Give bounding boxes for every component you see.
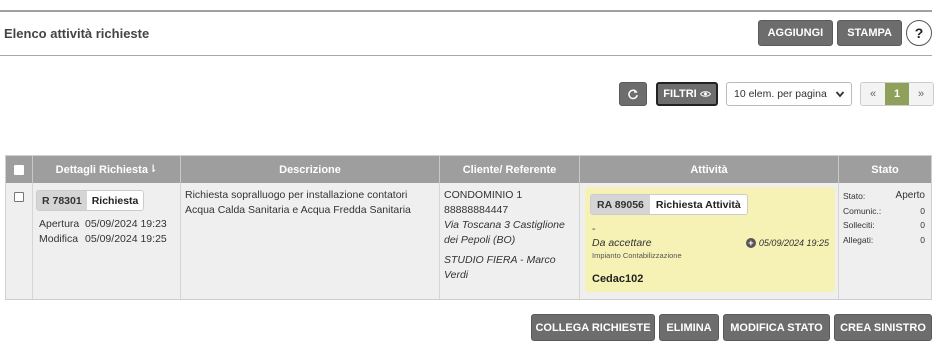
per-page-value: 10 elem. per pagina xyxy=(734,88,827,100)
activity-subtype: Impianto Contabilizzazione xyxy=(592,251,682,260)
client-info: CONDOMINIO 1 88888884447 Via Toscana 3 C… xyxy=(444,188,575,283)
request-dates: Apertura 05/09/2024 19:23 Modifica 05/09/2… xyxy=(39,217,167,247)
select-all-checkbox[interactable] xyxy=(14,164,24,175)
client-name: CONDOMINIO 1 xyxy=(444,189,523,201)
request-description: Richiesta sopralluogo per installazione … xyxy=(185,189,411,216)
activity-card[interactable]: RA 89056 Richiesta Attività - Da accetta… xyxy=(585,187,835,292)
requests-table: Dettagli Richiesta ⇂ Descrizione Cliente… xyxy=(5,155,932,300)
client-phone: 88888884447 xyxy=(444,204,509,216)
activity-state: Da accettare xyxy=(592,237,652,249)
row-checkbox[interactable] xyxy=(14,192,24,202)
modify-date: 05/09/2024 19:25 xyxy=(85,233,167,245)
description-cell: Richiesta sopralluogo per installazione … xyxy=(181,183,440,299)
table-row[interactable]: R 78301 Richiesta Apertura 05/09/2024 19:… xyxy=(6,183,931,299)
opening-date: 05/09/2024 19:23 xyxy=(85,218,167,230)
pager-last[interactable]: » xyxy=(909,83,933,105)
header-divider xyxy=(0,55,932,56)
attachments-value: 0 xyxy=(920,234,925,245)
request-details-cell: R 78301 Richiesta Apertura 05/09/2024 19:… xyxy=(33,183,181,299)
activity-type: Richiesta Attività xyxy=(649,195,747,214)
column-label-details: Dettagli Richiesta xyxy=(55,163,148,176)
eye-icon xyxy=(699,91,711,97)
activity-date-value: 05/09/2024 19:25 xyxy=(758,238,829,248)
attachments-label: Allegati: xyxy=(843,234,874,245)
status-info: Stato: Aperto Comunic.: 0 Solleciti: 0 Alle… xyxy=(843,189,925,247)
page-title: Elenco attività richieste xyxy=(4,25,150,41)
state-value: Aperto xyxy=(895,190,925,201)
refresh-icon xyxy=(628,89,638,100)
plus-circle-icon: + xyxy=(745,238,756,248)
request-type: Richiesta xyxy=(86,191,144,210)
activity-dash: - xyxy=(592,223,596,235)
activity-date: + 05/09/2024 19:25 xyxy=(745,238,829,248)
column-header-client: Cliente/ Referente xyxy=(440,156,580,183)
column-header-description: Descrizione xyxy=(181,156,440,183)
reminders-label: Solleciti: xyxy=(843,220,875,230)
sort-icon: ⇂ xyxy=(148,164,158,175)
request-code: R 78301 xyxy=(37,191,87,210)
referent: STUDIO FIERA - Marco Verdi xyxy=(444,254,556,281)
comms-value: 0 xyxy=(920,205,925,216)
modify-label: Modifica xyxy=(39,233,79,245)
column-header-activity: Attività xyxy=(580,156,839,183)
client-address: Via Toscana 3 Castiglione dei Pepoli (BO… xyxy=(444,219,565,246)
refresh-button[interactable] xyxy=(619,82,647,106)
column-header-details[interactable]: Dettagli Richiesta ⇂ xyxy=(33,156,181,183)
activity-cell: RA 89056 Richiesta Attività - Da accetta… xyxy=(580,183,839,299)
pager-current-page[interactable]: 1 xyxy=(885,83,909,105)
request-badge[interactable]: R 78301 Richiesta xyxy=(36,190,145,211)
activity-badge[interactable]: RA 89056 Richiesta Attività xyxy=(590,194,748,215)
page-header: Elenco attività richieste AGGIUNGI STAMP… xyxy=(0,12,932,54)
reminders-value: 0 xyxy=(920,220,925,230)
per-page-select[interactable]: 10 elem. per pagina xyxy=(726,82,852,106)
activity-user: Cedac102 xyxy=(592,273,644,285)
header-actions: AGGIUNGI STAMPA ? xyxy=(757,20,932,46)
status-cell: Stato: Aperto Comunic.: 0 Solleciti: 0 Alle… xyxy=(839,183,931,299)
state-label: Stato: xyxy=(843,191,866,201)
column-header-status: Stato xyxy=(871,163,899,176)
row-select-cell xyxy=(6,183,33,299)
delete-button[interactable]: ELIMINA xyxy=(659,314,719,341)
print-button[interactable]: STAMPA xyxy=(837,20,902,46)
pagination: « 1 » xyxy=(860,82,934,106)
pager-first[interactable]: « xyxy=(861,83,885,105)
create-claim-button[interactable]: CREA SINISTRO xyxy=(834,314,932,341)
change-state-button[interactable]: MODIFICA STATO xyxy=(723,314,830,341)
header-select-all xyxy=(6,156,33,183)
comms-label: Comunic.: xyxy=(843,205,882,216)
add-button[interactable]: AGGIUNGI xyxy=(757,20,834,46)
opening-label: Apertura xyxy=(39,218,80,230)
activity-code: RA 89056 xyxy=(591,195,650,214)
link-requests-button[interactable]: COLLEGA RICHIESTE xyxy=(531,314,655,341)
table-header: Dettagli Richiesta ⇂ Descrizione Cliente… xyxy=(6,156,931,183)
filters-label: FILTRI xyxy=(663,88,697,100)
help-button[interactable]: ? xyxy=(906,20,932,46)
filters-button[interactable]: FILTRI xyxy=(656,82,718,106)
client-cell: CONDOMINIO 1 88888884447 Via Toscana 3 C… xyxy=(440,183,580,299)
chevron-down-icon xyxy=(835,91,845,98)
